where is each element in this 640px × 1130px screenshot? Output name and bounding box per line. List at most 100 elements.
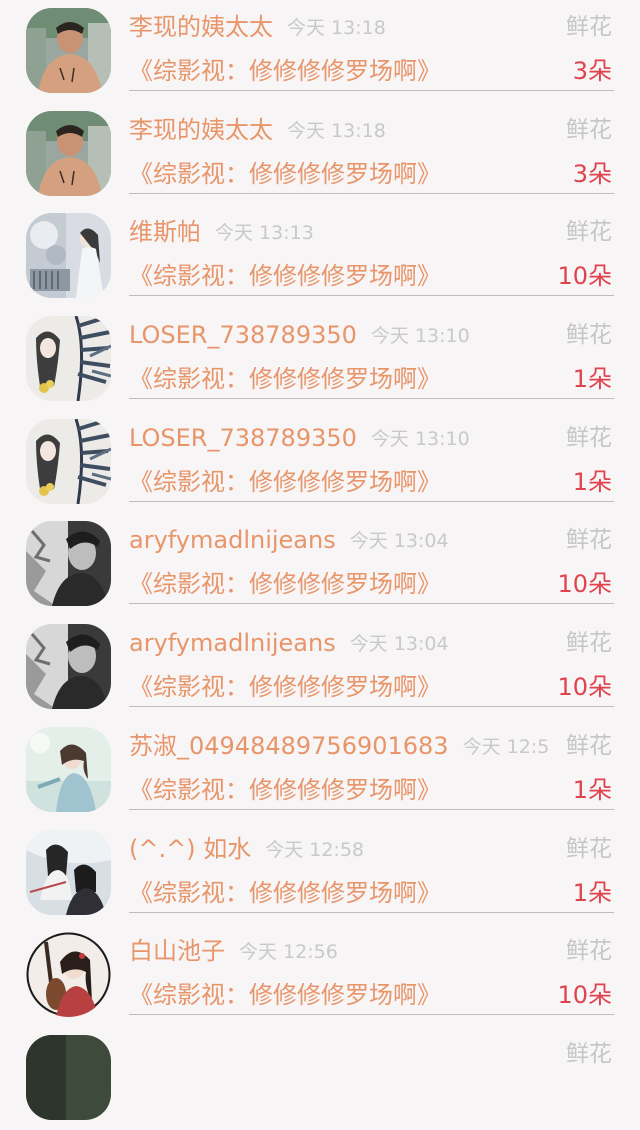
avatar[interactable] bbox=[26, 932, 111, 1018]
user-name-text: (^.^) 如水 bbox=[129, 834, 252, 863]
pipa-girl-avatar-image bbox=[26, 932, 111, 1018]
avatar[interactable] bbox=[26, 316, 111, 402]
row-divider bbox=[129, 295, 614, 297]
book-title-link[interactable]: 《综影视：修修修修罗场啊》 bbox=[129, 157, 441, 191]
timestamp: 今天 12:5 bbox=[462, 735, 550, 758]
row-divider bbox=[129, 90, 614, 91]
gift-type-label: 鲜花 bbox=[566, 219, 612, 246]
list-item[interactable]: aryfymadlnijeans 今天 13:04 鲜花 《综影视：修修修修罗场啊… bbox=[0, 616, 640, 719]
book-title-link[interactable]: 《综影视：修修修修罗场啊》 bbox=[129, 773, 441, 807]
user-name-text: 白山池子 bbox=[129, 937, 225, 966]
ink-painting-avatar-image bbox=[26, 316, 111, 402]
book-title-link[interactable]: 《综影视：修修修修罗场啊》 bbox=[129, 54, 441, 88]
book-title-link[interactable]: 《综影视：修修修修罗场啊》 bbox=[129, 465, 441, 499]
timestamp: 今天 13:13 bbox=[215, 222, 314, 245]
timestamp: 今天 12:56 bbox=[239, 941, 338, 964]
user-name-text: aryfymadlnijeans bbox=[129, 629, 336, 658]
avatar[interactable] bbox=[26, 521, 111, 607]
list-item[interactable]: 李现的姨太太 今天 13:18 鲜花 《综影视：修修修修罗场啊》 3朵 bbox=[0, 0, 640, 103]
user-name-text: aryfymadlnijeans bbox=[129, 526, 336, 555]
avatar[interactable] bbox=[26, 624, 111, 710]
user-name-text: 李现的姨太太 bbox=[129, 115, 273, 144]
avatar[interactable] bbox=[26, 829, 111, 915]
gift-type-label: 鲜花 bbox=[566, 630, 612, 657]
book-title-link[interactable]: 《综影视：修修修修罗场啊》 bbox=[129, 876, 441, 910]
user-name[interactable]: 苏淑_04948489756901683 今天 12:5 bbox=[129, 729, 549, 764]
list-item[interactable]: 鲜花 bbox=[0, 1027, 640, 1130]
gift-type-label: 鲜花 bbox=[566, 322, 612, 349]
row-divider bbox=[129, 192, 614, 194]
user-name-text: 维斯帕 bbox=[129, 218, 201, 247]
gift-type-label: 鲜花 bbox=[566, 116, 612, 143]
book-title-link[interactable]: 《综影视：修修修修罗场啊》 bbox=[129, 362, 441, 396]
user-name[interactable]: LOSER_738789350 今天 13:10 bbox=[129, 421, 470, 456]
timestamp: 今天 13:10 bbox=[370, 427, 470, 450]
book-title-link[interactable]: 《综影视：修修修修罗场啊》 bbox=[129, 567, 441, 601]
avatar[interactable] bbox=[26, 110, 111, 196]
user-name[interactable]: aryfymadlnijeans 今天 13:04 bbox=[129, 626, 449, 661]
timestamp: 今天 13:10 bbox=[370, 325, 470, 348]
flower-count: 1朵 bbox=[572, 365, 612, 394]
timestamp: 今天 13:04 bbox=[349, 633, 449, 656]
flower-count: 10朵 bbox=[557, 673, 612, 702]
shirtless-man-avatar-image bbox=[26, 8, 111, 93]
list-item[interactable]: LOSER_738789350 今天 13:10 鲜花 《综影视：修修修修罗场啊》… bbox=[0, 411, 640, 514]
girl-light-avatar-image bbox=[26, 726, 111, 812]
user-name-text: 苏淑_04948489756901683 bbox=[129, 731, 449, 760]
two-figures-avatar-image bbox=[26, 829, 111, 915]
user-name[interactable]: 维斯帕 今天 13:13 bbox=[129, 215, 314, 250]
book-title-link[interactable]: 《综影视：修修修修罗场啊》 bbox=[129, 978, 441, 1012]
gift-type-label: 鲜花 bbox=[566, 938, 612, 965]
gift-type-label: 鲜花 bbox=[566, 732, 612, 759]
row-divider bbox=[129, 1014, 614, 1016]
partial-avatar-image bbox=[26, 1034, 111, 1120]
avatar[interactable] bbox=[26, 418, 111, 504]
ink-painting-avatar-image bbox=[26, 418, 111, 504]
white-figure-avatar-image bbox=[26, 213, 111, 299]
row-divider bbox=[129, 706, 614, 708]
row-divider bbox=[129, 603, 614, 605]
list-item[interactable]: LOSER_738789350 今天 13:10 鲜花 《综影视：修修修修罗场啊》… bbox=[0, 308, 640, 411]
user-name[interactable] bbox=[129, 1037, 143, 1072]
flower-count: 1朵 bbox=[572, 878, 612, 907]
list-item[interactable]: (^.^) 如水 今天 12:58 鲜花 《综影视：修修修修罗场啊》 1朵 bbox=[0, 822, 640, 925]
gift-type-label: 鲜花 bbox=[566, 1040, 612, 1067]
avatar[interactable] bbox=[26, 213, 111, 299]
list-item[interactable]: 白山池子 今天 12:56 鲜花 《综影视：修修修修罗场啊》 10朵 bbox=[0, 924, 640, 1027]
flower-count: 10朵 bbox=[557, 570, 612, 599]
user-name-text: LOSER_738789350 bbox=[129, 321, 357, 350]
list-item[interactable]: 苏淑_04948489756901683 今天 12:5 鲜花 《综影视：修修修修… bbox=[0, 719, 640, 822]
flower-count: 10朵 bbox=[557, 262, 612, 291]
user-name[interactable]: (^.^) 如水 今天 12:58 bbox=[129, 832, 364, 867]
bw-man-avatar-image bbox=[26, 521, 111, 607]
user-name[interactable]: 白山池子 今天 12:56 bbox=[129, 934, 338, 969]
timestamp: 今天 13:18 bbox=[287, 17, 386, 39]
avatar[interactable] bbox=[26, 8, 111, 93]
book-title-link[interactable]: 《综影视：修修修修罗场啊》 bbox=[129, 259, 441, 293]
row-divider bbox=[129, 398, 614, 400]
flower-count: 3朵 bbox=[572, 57, 612, 85]
list-item[interactable]: aryfymadlnijeans 今天 13:04 鲜花 《综影视：修修修修罗场啊… bbox=[0, 513, 640, 616]
gift-type-label: 鲜花 bbox=[566, 527, 612, 554]
shirtless-man-avatar-image bbox=[26, 110, 111, 196]
user-name[interactable]: LOSER_738789350 今天 13:10 bbox=[129, 318, 470, 353]
list-item[interactable]: 维斯帕 今天 13:13 鲜花 《综影视：修修修修罗场啊》 10朵 bbox=[0, 205, 640, 308]
avatar[interactable] bbox=[26, 1034, 111, 1120]
gift-type-label: 鲜花 bbox=[566, 835, 612, 862]
flower-count: 10朵 bbox=[557, 981, 612, 1010]
flower-count: 1朵 bbox=[572, 775, 612, 804]
timestamp: 今天 13:04 bbox=[349, 530, 449, 553]
flower-gift-list: 李现的姨太太 今天 13:18 鲜花 《综影视：修修修修罗场啊》 3朵 李现的姨太… bbox=[0, 0, 640, 1130]
user-name[interactable]: 李现的姨太太 今天 13:18 bbox=[129, 113, 386, 148]
user-name[interactable]: 李现的姨太太 今天 13:18 bbox=[129, 10, 386, 45]
gift-type-label: 鲜花 bbox=[566, 14, 612, 40]
row-divider bbox=[129, 911, 614, 913]
flower-count: 1朵 bbox=[572, 467, 612, 496]
book-title-link[interactable]: 《综影视：修修修修罗场啊》 bbox=[129, 670, 441, 704]
user-name-text: LOSER_738789350 bbox=[129, 423, 357, 452]
user-name[interactable]: aryfymadlnijeans 今天 13:04 bbox=[129, 523, 449, 558]
flower-count: 3朵 bbox=[572, 159, 612, 188]
avatar[interactable] bbox=[26, 726, 111, 812]
gift-type-label: 鲜花 bbox=[566, 424, 612, 451]
list-item[interactable]: 李现的姨太太 今天 13:18 鲜花 《综影视：修修修修罗场啊》 3朵 bbox=[0, 103, 640, 206]
